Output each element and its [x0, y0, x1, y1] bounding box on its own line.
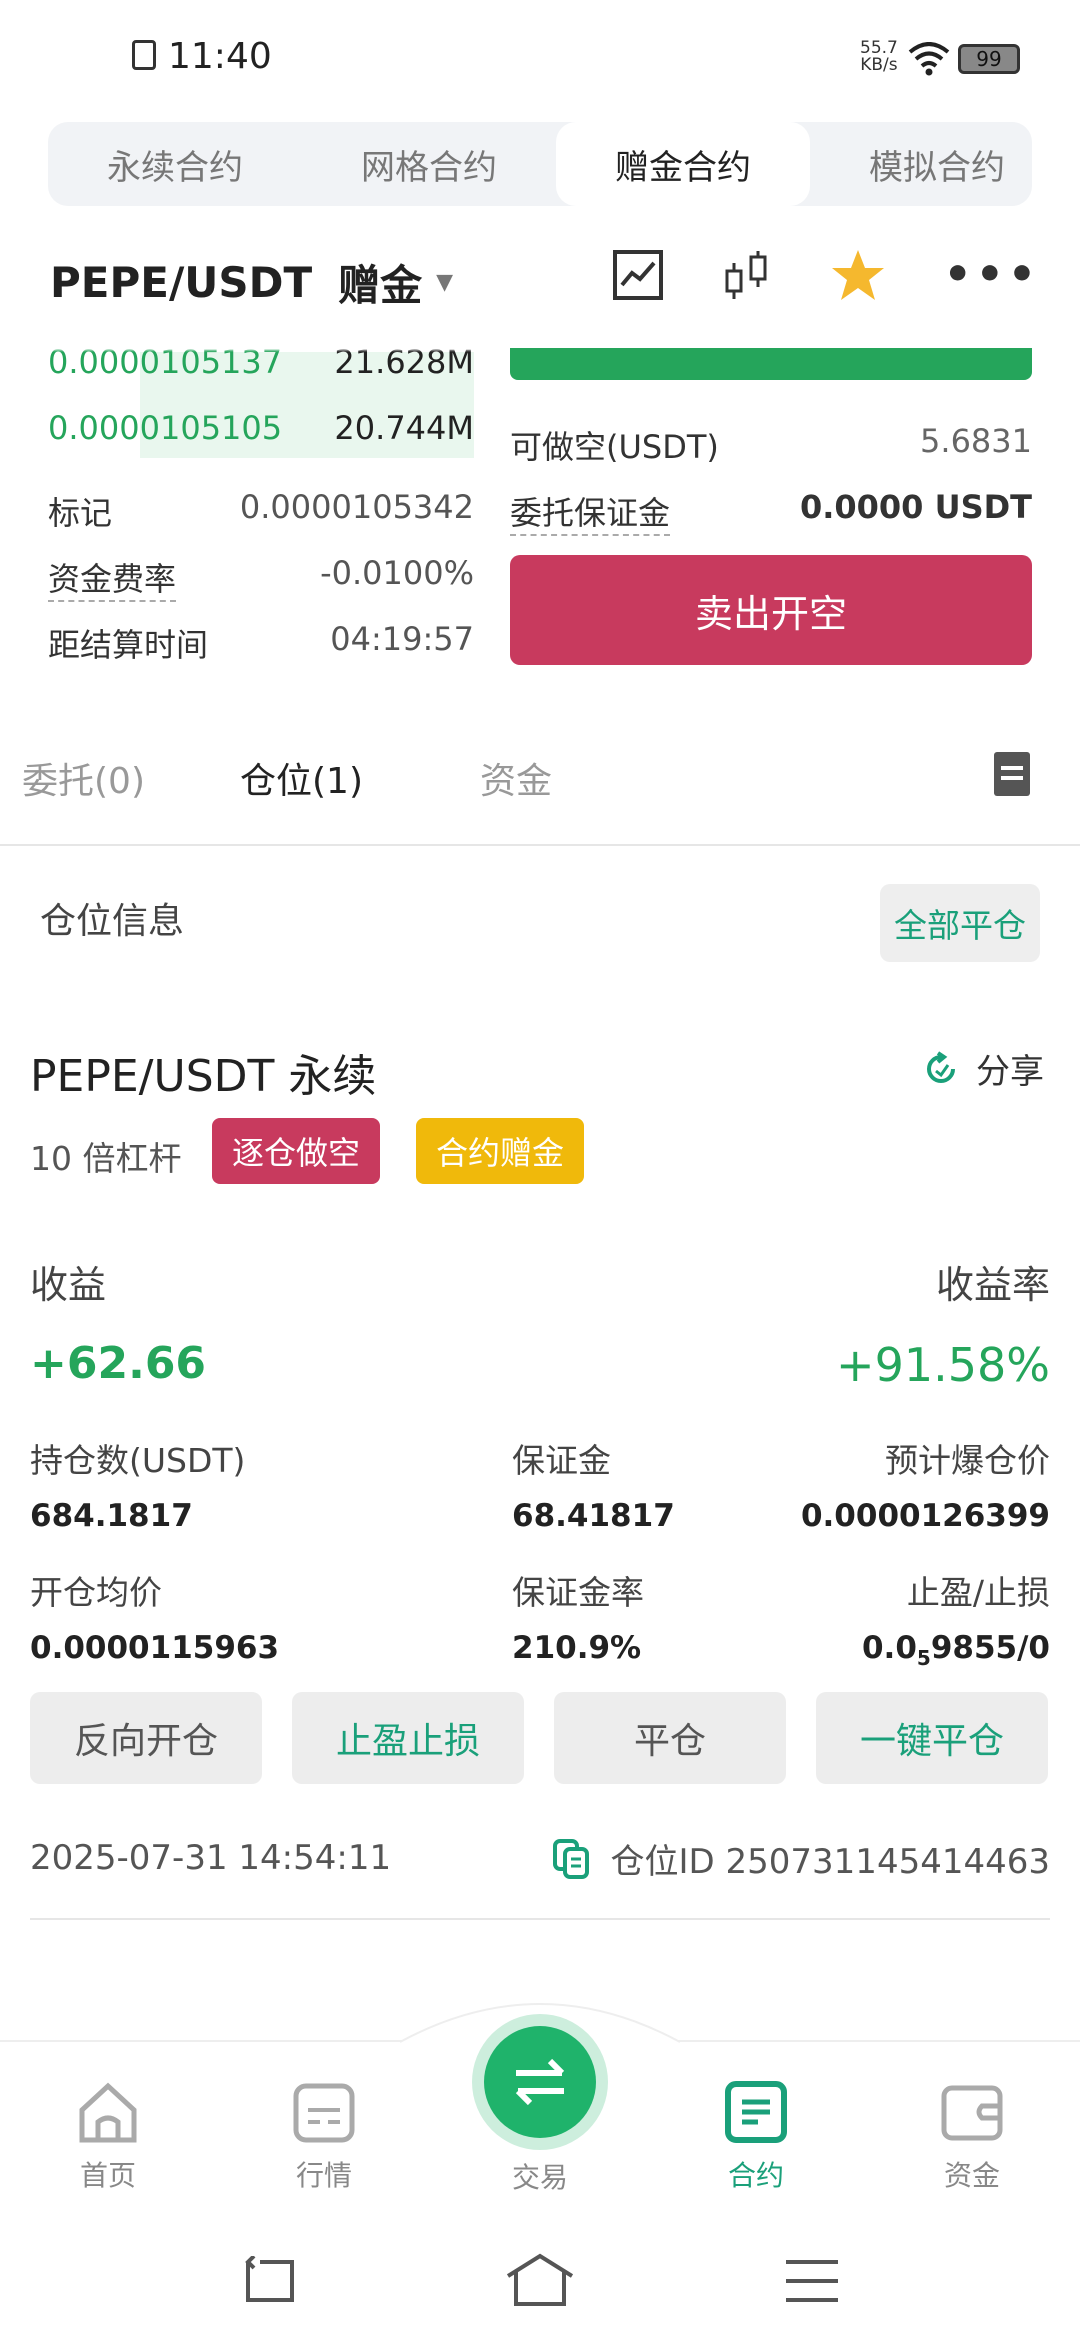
leverage-label: 10 倍杠杆: [30, 1139, 182, 1178]
pair-selector[interactable]: PEPE/USDT 赠金 ▼: [50, 252, 453, 312]
tab-orders[interactable]: 委托(0): [22, 752, 145, 804]
line-chart-icon[interactable]: [612, 249, 664, 301]
position-info-title: 仓位信息: [40, 901, 185, 942]
nav-market[interactable]: 行情: [254, 2080, 394, 2194]
tab-funds[interactable]: 资金: [480, 752, 552, 804]
document-icon[interactable]: [994, 752, 1030, 796]
sell-short-button[interactable]: 卖出开空: [510, 555, 1032, 665]
position-id[interactable]: 仓位ID 250731145414463: [551, 1834, 1050, 1883]
favorite-star-icon[interactable]: [830, 248, 886, 302]
pnl-value: +62.66: [30, 1338, 207, 1389]
buy-button-edge[interactable]: [510, 348, 1032, 380]
home-icon: [79, 2082, 137, 2143]
swap-icon: [515, 2058, 565, 2106]
bonus-tag: 合约赠金: [416, 1118, 585, 1184]
close-all-button[interactable]: 全部平仓: [880, 884, 1040, 962]
pnl-label: 收益: [30, 1263, 107, 1307]
settlement-time-row: 距结算时间 04:19:57: [48, 620, 474, 664]
one-click-close-button[interactable]: 一键平仓: [816, 1692, 1048, 1784]
tp-sl-button[interactable]: 止盈止损: [292, 1692, 524, 1784]
more-icon[interactable]: •••: [944, 253, 1040, 297]
sim-icon: [132, 40, 156, 70]
status-time: 11:40: [168, 36, 272, 77]
system-nav-bar: [0, 2220, 1080, 2340]
position-name: PEPE/USDT 永续: [30, 1051, 377, 1102]
tp-sl-value: 止盈/止损 0.059855/0: [861, 1573, 1050, 1671]
pair-mode: 赠金: [338, 260, 423, 310]
order-book-row[interactable]: 0.0000105105 20.744M: [48, 398, 474, 458]
battery-icon: 99: [958, 44, 1020, 74]
copy-icon: [552, 1838, 589, 1879]
net-speed: 55.7 KB/s: [860, 38, 898, 75]
order-book-row[interactable]: 0.0000105137 21.628M: [48, 332, 474, 392]
margin-ratio: 保证金率 210.9%: [512, 1573, 644, 1666]
trade-button[interactable]: [484, 2026, 596, 2138]
wifi-icon: [908, 42, 950, 76]
position-size: 持仓数(USDT) 684.1817: [30, 1441, 246, 1534]
menu-icon[interactable]: [784, 2258, 840, 2304]
contract-type-tabs: 永续合约 网格合约 赠金合约 模拟合约: [48, 122, 1032, 206]
mark-price-row: 标记 0.0000105342: [48, 488, 474, 532]
share-icon: [927, 1050, 955, 1083]
status-bar: 11:40 55.7 KB/s 99: [0, 0, 1080, 110]
tab-perpetual[interactable]: 永续合约: [48, 122, 302, 206]
roe-value: +91.58%: [836, 1338, 1050, 1392]
order-margin-row[interactable]: 委托保证金 0.0000 USDT: [510, 488, 1032, 536]
back-icon[interactable]: [240, 2256, 296, 2306]
roe-label: 收益率: [935, 1263, 1050, 1307]
share-button[interactable]: 分享: [922, 1044, 1044, 1093]
nav-trade[interactable]: 交易: [470, 2156, 610, 2196]
position-time: 2025-07-31 14:54:11: [30, 1838, 392, 1878]
candlestick-icon[interactable]: [722, 249, 772, 301]
liquidation-price: 预计爆仓价 0.0000126399: [800, 1441, 1050, 1534]
available-short-row: 可做空(USDT) 5.6831: [510, 422, 1032, 466]
market-icon: [293, 2083, 355, 2143]
isolated-short-tag: 逐仓做空: [212, 1118, 381, 1184]
tab-simulation[interactable]: 模拟合约: [810, 122, 1032, 206]
reverse-open-button[interactable]: 反向开仓: [30, 1692, 262, 1784]
tab-bonus[interactable]: 赠金合约: [556, 122, 810, 206]
nav-funds[interactable]: 资金: [902, 2080, 1042, 2194]
close-position-button[interactable]: 平仓: [554, 1692, 786, 1784]
nav-contract[interactable]: 合约: [686, 2080, 826, 2194]
contract-icon: [725, 2081, 787, 2143]
funding-rate-row[interactable]: 资金费率 -0.0100%: [48, 554, 474, 602]
chevron-down-icon: ▼: [436, 269, 454, 295]
wallet-icon: [941, 2085, 1003, 2141]
tab-grid[interactable]: 网格合约: [302, 122, 556, 206]
position-margin: 保证金 68.41817: [512, 1441, 675, 1534]
tab-positions[interactable]: 仓位(1): [240, 752, 363, 804]
home-nav-icon[interactable]: [504, 2252, 576, 2308]
pair-symbol: PEPE/USDT: [50, 257, 313, 307]
header-actions: •••: [612, 248, 1040, 302]
entry-price: 开仓均价 0.0000115963: [30, 1573, 280, 1666]
nav-home[interactable]: 首页: [38, 2080, 178, 2194]
